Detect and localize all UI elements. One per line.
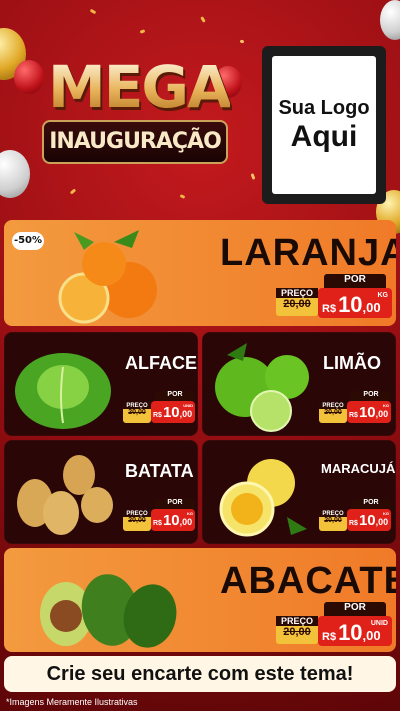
logo-inner: Sua Logo Aqui bbox=[272, 56, 376, 194]
unit: KG bbox=[377, 292, 389, 299]
por-label: POR bbox=[351, 391, 391, 401]
avocado-seed bbox=[50, 600, 82, 632]
potato-image bbox=[17, 455, 113, 535]
potato bbox=[43, 491, 79, 535]
por-label: POR bbox=[155, 499, 195, 509]
price-dec: ,00 bbox=[362, 300, 381, 315]
currency: R$ bbox=[349, 520, 358, 527]
product-card-alface: ALFACE PREÇO 20,00 POR R$ 10 ,00 UNID bbox=[4, 332, 198, 436]
price-int: 10 bbox=[358, 404, 376, 421]
preco-label: PREÇO bbox=[276, 616, 318, 626]
old-price-tag: PREÇO 20,00 bbox=[319, 511, 347, 531]
logo-placeholder: Sua Logo Aqui bbox=[262, 46, 386, 204]
price-dec: ,00 bbox=[375, 409, 389, 419]
unit: KG bbox=[383, 511, 389, 516]
price-tag: R$ 10 ,00 UNID bbox=[318, 616, 392, 646]
title-mega: MEGA bbox=[48, 53, 232, 121]
orange-image bbox=[58, 230, 157, 324]
product-name: LARANJA bbox=[220, 232, 396, 274]
price-tag: R$ 10 ,00 KG bbox=[318, 288, 392, 318]
passion-fruit-leaf bbox=[287, 517, 307, 535]
title-inauguracao: INAUGURAÇÃO bbox=[42, 120, 228, 164]
por-label: POR bbox=[324, 602, 386, 616]
currency: R$ bbox=[349, 412, 358, 419]
price-dec: ,00 bbox=[179, 517, 193, 527]
currency: R$ bbox=[153, 412, 162, 419]
old-price-tag: PREÇO 20,00 bbox=[276, 288, 318, 316]
price-tag: R$ 10 ,00 KG bbox=[347, 509, 391, 531]
old-price-tag: PREÇO 20,00 bbox=[276, 616, 318, 644]
lime-image bbox=[215, 343, 309, 432]
old-price: 20,00 bbox=[324, 409, 342, 416]
por-label: POR bbox=[324, 274, 386, 288]
orange-fruit-back bbox=[82, 242, 126, 286]
logo-text-line1: Sua Logo bbox=[278, 97, 370, 119]
passion-fruit-image bbox=[219, 459, 307, 537]
price-tag: R$ 10 ,00 UNID bbox=[151, 401, 195, 423]
price-int: 10 bbox=[358, 512, 376, 529]
orange-leaf bbox=[114, 230, 139, 248]
unit: UNID bbox=[183, 403, 193, 408]
old-price: 20,00 bbox=[128, 409, 146, 416]
header: MEGA INAUGURAÇÃO Sua Logo Aqui bbox=[0, 0, 400, 210]
product-name: ALFACE bbox=[125, 353, 197, 373]
unit: KG bbox=[187, 511, 193, 516]
logo-text-line2: Aqui bbox=[290, 120, 358, 153]
currency: R$ bbox=[322, 631, 337, 643]
preco-label: PREÇO bbox=[276, 288, 318, 298]
old-price: 20,00 bbox=[283, 626, 311, 638]
product-name: MARACUJÁ bbox=[321, 461, 396, 476]
product-card-maracuja: MARACUJÁ PREÇO 20,00 POR R$ 10 ,00 KG bbox=[202, 440, 396, 544]
passion-fruit-pulp bbox=[231, 493, 263, 525]
product-card-abacate: ABACATE PREÇO 20,00 POR R$ 10 ,00 UNID bbox=[4, 548, 396, 652]
product-name: ABACATE bbox=[220, 560, 396, 602]
unit: UNID bbox=[370, 620, 388, 627]
price-tag: R$ 10 ,00 KG bbox=[151, 509, 195, 531]
product-card-laranja: -50% LARANJA PREÇO 20,00 POR R$ 10 ,00 K… bbox=[4, 220, 396, 326]
price-int: 10 bbox=[162, 512, 180, 529]
price-dec: ,00 bbox=[362, 628, 381, 643]
price-int: 10 bbox=[338, 292, 363, 317]
por-label: POR bbox=[351, 499, 391, 509]
price-dec: ,00 bbox=[179, 409, 193, 419]
price-int: 10 bbox=[162, 404, 180, 421]
old-price-tag: PREÇO 20,00 bbox=[123, 403, 151, 423]
avocado-image bbox=[40, 574, 177, 648]
old-price-tag: PREÇO 20,00 bbox=[123, 511, 151, 531]
price-tag: R$ 10 ,00 KG bbox=[347, 401, 391, 423]
lime-slice bbox=[250, 390, 292, 432]
product-card-limao: LIMÃO PREÇO 20,00 POR R$ 10 ,00 KG bbox=[202, 332, 396, 436]
unit: KG bbox=[383, 403, 389, 408]
product-name: LIMÃO bbox=[323, 353, 381, 373]
old-price: 20,00 bbox=[128, 517, 146, 524]
price-dec: ,00 bbox=[375, 517, 389, 527]
potato bbox=[81, 487, 113, 523]
old-price: 20,00 bbox=[283, 298, 311, 310]
old-price: 20,00 bbox=[324, 517, 342, 524]
footnote: *Imagens Meramente Ilustrativas bbox=[6, 697, 138, 707]
lettuce-image bbox=[15, 353, 111, 429]
cta-banner: Crie seu encarte com este tema! bbox=[4, 656, 396, 692]
currency: R$ bbox=[153, 520, 162, 527]
discount-badge: -50% bbox=[12, 232, 44, 250]
por-label: POR bbox=[155, 391, 195, 401]
price-int: 10 bbox=[338, 620, 363, 645]
product-name: BATATA bbox=[125, 461, 194, 481]
currency: R$ bbox=[322, 303, 337, 315]
old-price-tag: PREÇO 20,00 bbox=[319, 403, 347, 423]
product-card-batata: BATATA PREÇO 20,00 POR R$ 10 ,00 KG bbox=[4, 440, 198, 544]
